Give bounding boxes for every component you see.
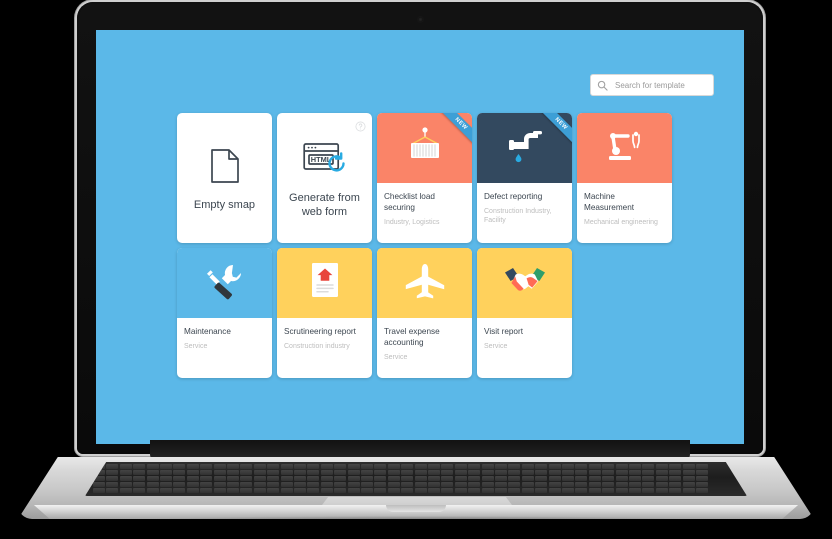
template-grid: Empty smap HTML Generate from web form N… [177, 113, 675, 378]
card-thumbnail [477, 248, 572, 318]
wrench-screwdriver-icon [203, 261, 247, 306]
card-meta: Checklist load securing Industry, Logisti… [377, 183, 472, 227]
template-card-visit-report[interactable]: Visit report Service [477, 248, 572, 378]
card-category: Service [484, 342, 508, 350]
screen: Empty smap HTML Generate from web form N… [96, 30, 744, 444]
card-thumbnail: NEW [477, 113, 572, 183]
card-category: Industry, Logistics [384, 218, 440, 226]
card-thumbnail [377, 248, 472, 318]
card-title: Maintenance [184, 327, 231, 336]
card-title: Generate from web form [289, 192, 360, 218]
template-card-defect-reporting[interactable]: NEW Defect reporting Construction Industry… [477, 113, 572, 243]
template-card-scrutineering-report[interactable]: Scrutineering report Construction industr… [277, 248, 372, 378]
shipping-container-crane-icon [402, 126, 448, 171]
html-browser-refresh-icon: HTML [302, 136, 347, 182]
card-category: Mechanical engineering [584, 218, 658, 226]
card-meta: Scrutineering report Construction industr… [277, 318, 372, 351]
card-category: Service [184, 342, 208, 350]
laptop-notch [386, 505, 446, 512]
template-card-empty-smap[interactable]: Empty smap [177, 113, 272, 243]
card-meta: Machine Measurement Mechanical engineerin… [577, 183, 672, 227]
template-card-machine-measurement[interactable]: Machine Measurement Mechanical engineerin… [577, 113, 672, 243]
webcam-icon [417, 17, 423, 22]
card-meta: Maintenance Service [177, 318, 272, 351]
laptop-device: Empty smap HTML Generate from web form N… [0, 0, 832, 539]
card-thumbnail: NEW [377, 113, 472, 183]
faucet-water-drop-icon [503, 126, 547, 171]
document-icon [210, 143, 240, 189]
card-title: Empty smap [193, 199, 256, 212]
card-title: Checklist load securing [384, 192, 435, 212]
card-meta: Defect reporting Construction Industry, F… [477, 183, 572, 225]
search-icon [597, 80, 608, 91]
template-card-generate-from-web-form[interactable]: HTML Generate from web form [277, 113, 372, 243]
help-circle-icon[interactable] [355, 119, 366, 132]
card-thumbnail [577, 113, 672, 183]
card-category: Service [384, 353, 408, 361]
card-title: Machine Measurement [584, 192, 635, 212]
card-category: Construction Industry, Facility [484, 207, 552, 225]
card-category: Construction industry [284, 342, 350, 350]
robotic-arm-caliper-icon [602, 126, 648, 171]
card-meta: Visit report Service [477, 318, 572, 351]
airplane-icon [402, 262, 448, 305]
search-input[interactable] [613, 79, 707, 91]
template-card-maintenance[interactable]: Maintenance Service [177, 248, 272, 378]
card-title: Scrutineering report [284, 327, 356, 336]
card-title: Defect reporting [484, 192, 543, 201]
drop-shadow [60, 516, 772, 532]
card-title: Travel expense accounting [384, 327, 440, 347]
card-thumbnail [277, 248, 372, 318]
search-field[interactable] [590, 74, 714, 96]
handshake-icon [502, 264, 548, 303]
card-title: Visit report [484, 327, 523, 336]
card-meta: Travel expense accounting Service [377, 318, 472, 362]
house-document-icon [307, 261, 343, 306]
card-thumbnail [177, 248, 272, 318]
template-card-travel-expense-accounting[interactable]: Travel expense accounting Service [377, 248, 472, 378]
template-card-checklist-load-securing[interactable]: NEW Checklist load securing Industry, Logi… [377, 113, 472, 243]
keyboard[interactable] [85, 462, 747, 496]
